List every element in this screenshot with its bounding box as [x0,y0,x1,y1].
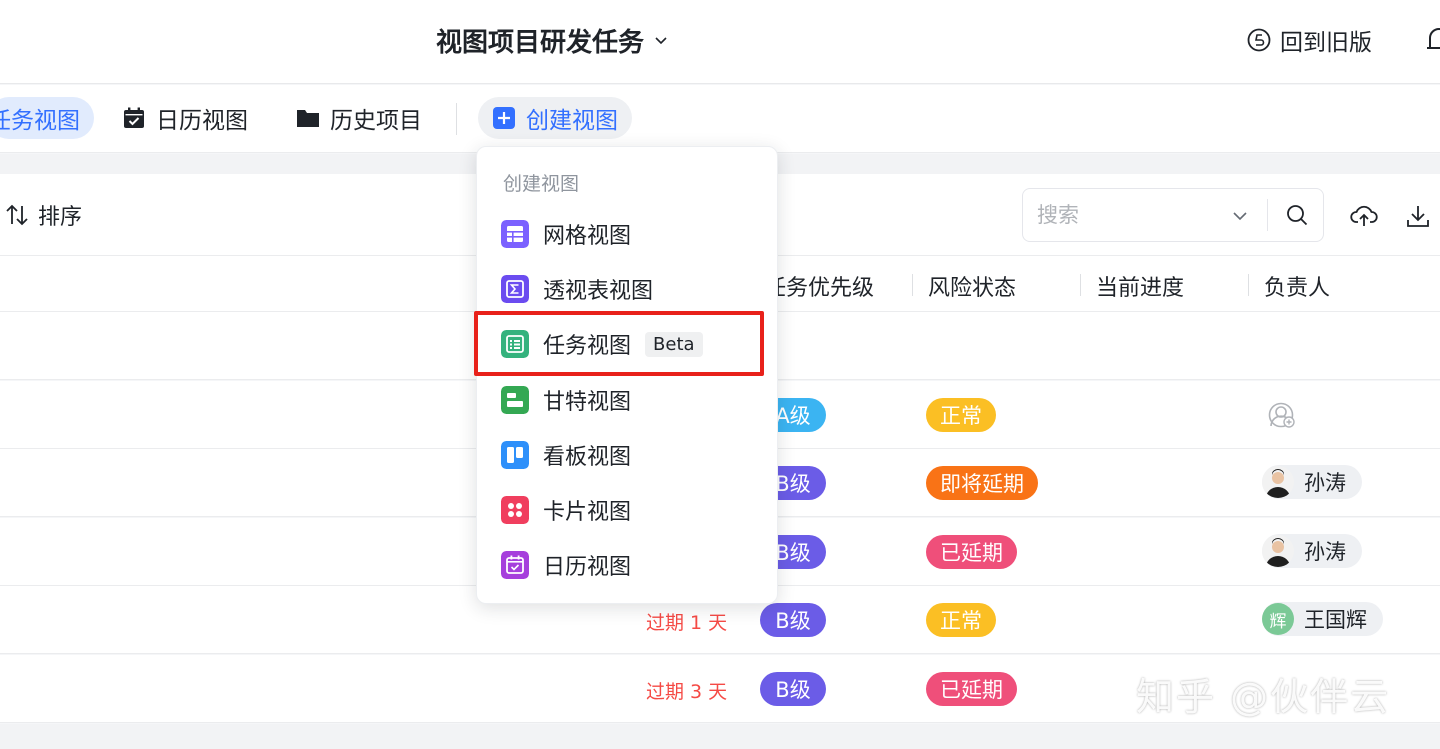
create-view-label: 创建视图 [526,108,618,134]
task-list-icon [501,330,529,358]
column-header-assignee[interactable]: 负责人 [1264,270,1330,302]
sort-button[interactable]: 排序 [4,198,82,232]
menu-item-task-view[interactable]: 任务视图 Beta [477,319,777,369]
tab-task-view[interactable]: 任务视图 [0,97,94,139]
add-person-icon[interactable] [1268,401,1296,429]
kanban-icon [501,441,529,469]
search-divider [1267,199,1268,231]
tab-task-view-label: 任务视图 [0,108,80,134]
project-title-dropdown[interactable]: 视图项目研发任务 [436,22,668,58]
menu-item-gantt-view[interactable]: 甘特视图 [477,375,777,425]
folder-icon [297,110,319,127]
risk-badge: 正常 [926,603,996,637]
create-view-button[interactable]: 创建视图 [478,97,632,139]
watermark: 知乎 @伙伴云 [1136,675,1391,719]
switch-icon [1247,28,1271,52]
chevron-down-icon [655,37,667,45]
risk-badge: 已延期 [926,672,1017,706]
menu-item-kanban-view[interactable]: 看板视图 [477,430,777,480]
menu-title: 创建视图 [503,173,580,195]
tab-calendar-view[interactable]: 日历视图 [122,97,248,139]
sigma-icon [501,275,529,303]
menu-item-card-view[interactable]: 卡片视图 [477,485,777,535]
risk-badge: 即将延期 [926,466,1038,500]
overdue-label: 过期 1 天 [646,612,728,634]
upload-icon[interactable] [1350,202,1378,230]
priority-badge: B级 [760,603,826,637]
priority-badge: B级 [760,672,826,706]
column-divider [1080,274,1081,296]
assignee-chip[interactable]: 辉 王国辉 [1262,602,1383,636]
tab-history-project[interactable]: 历史项目 [296,97,422,139]
assignee-name: 王国辉 [1304,608,1367,632]
search-box [1022,188,1324,242]
calendar-icon [124,107,144,128]
column-header-risk[interactable]: 风险状态 [928,270,1016,302]
bell-icon[interactable] [1424,24,1440,56]
avatar: 辉 [1262,603,1294,635]
assignee-chip[interactable]: 孙涛 [1262,465,1362,499]
column-divider [912,274,913,296]
sort-icon [6,204,28,226]
top-bar: 视图项目研发任务 回到旧版 [0,0,1440,84]
menu-item-label: 网格视图 [543,224,632,249]
sort-label: 排序 [38,205,83,230]
menu-item-label: 看板视图 [543,445,632,470]
avatar [1262,535,1294,567]
view-tabs: 任务视图 日历视图 历史项目 创建视图 [0,85,1440,153]
column-header-priority[interactable]: 任务优先级 [764,270,874,302]
beta-badge: Beta [645,331,703,357]
search-input[interactable] [1037,203,1227,227]
menu-item-label: 透视表视图 [543,279,654,304]
page-title: 视图项目研发任务 [436,27,645,58]
overdue-label: 过期 3 天 [646,681,728,703]
tab-history-label: 历史项目 [330,108,422,134]
create-view-menu: 创建视图 网格视图 透视表视图 任务视图 Beta 甘特视图 看板视图 卡片视图… [476,146,778,604]
menu-item-label: 卡片视图 [543,500,632,525]
download-icon[interactable] [1404,202,1432,230]
menu-item-label: 甘特视图 [543,390,632,415]
risk-badge: 正常 [926,398,996,432]
menu-item-label: 日历视图 [543,555,632,580]
grid-view-icon [501,220,529,248]
menu-item-pivot-view[interactable]: 透视表视图 [477,264,777,314]
menu-item-calendar-view[interactable]: 日历视图 [477,540,777,590]
risk-badge: 已延期 [926,535,1017,569]
old-version-label: 回到旧版 [1280,30,1372,56]
assignee-chip[interactable]: 孙涛 [1262,534,1362,568]
assignee-name: 孙涛 [1304,471,1346,495]
avatar [1262,466,1294,498]
old-version-button[interactable]: 回到旧版 [1246,24,1372,56]
assignee-name: 孙涛 [1304,540,1346,564]
tab-divider [456,103,457,135]
table-footer-gap [0,724,1440,749]
calendar-check-icon [501,551,529,579]
card-icon [501,496,529,524]
chevron-down-icon[interactable] [1231,207,1249,225]
column-divider [1248,274,1249,296]
menu-item-label: 任务视图 [543,334,632,359]
search-icon[interactable] [1285,203,1309,227]
gantt-icon [501,386,529,414]
column-header-progress[interactable]: 当前进度 [1096,270,1184,302]
plus-square-icon [493,107,515,129]
menu-item-grid-view[interactable]: 网格视图 [477,209,777,259]
tab-calendar-view-label: 日历视图 [156,108,248,134]
